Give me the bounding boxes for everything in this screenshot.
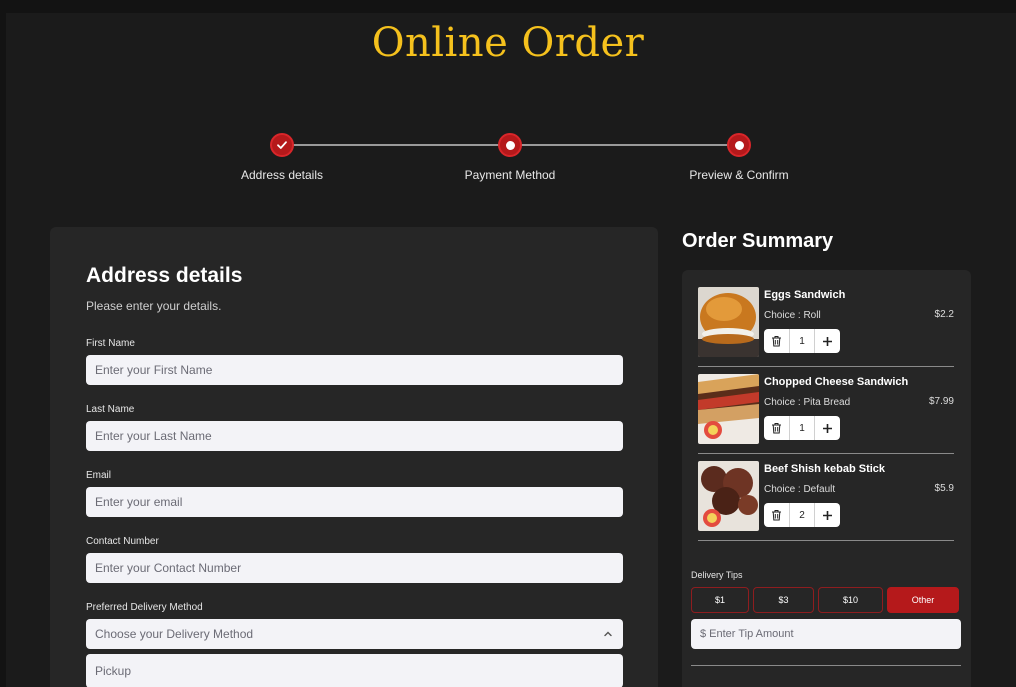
quantity-value: 2 [789,503,815,527]
chopped-cheese-sandwich-image [698,374,759,444]
email-label: Email [86,470,112,481]
step-label-payment: Payment Method [464,168,556,182]
item-choice: Choice : Default [764,484,836,495]
delivery-option-label: Pickup [95,664,132,678]
trash-icon [772,336,781,347]
tip-option-3[interactable]: $3 [753,587,814,613]
first-name-label: First Name [86,338,135,349]
item-divider [698,453,954,454]
increment-button[interactable] [815,416,840,440]
step-address-details[interactable] [270,133,294,157]
quantity-value: 1 [789,416,815,440]
remove-item-button[interactable] [764,503,789,527]
card-title: Address details [86,264,243,287]
tip-amount-input[interactable] [691,619,961,649]
plus-icon [823,423,832,433]
quantity-stepper: 2 [764,503,840,527]
delivery-method-label: Preferred Delivery Method [86,602,203,613]
plus-icon [823,336,832,346]
item-name: Chopped Cheese Sandwich [764,376,909,388]
increment-button[interactable] [815,503,840,527]
check-icon [277,141,287,149]
item-name: Eggs Sandwich [764,289,846,301]
order-summary-title: Order Summary [682,230,834,252]
beef-kebab-image [698,461,759,531]
tip-option-10[interactable]: $10 [818,587,883,613]
eggs-sandwich-image [698,287,759,357]
item-divider [698,540,954,541]
dot-icon [734,140,744,150]
dot-icon [505,140,515,150]
order-item: Beef Shish kebab Stick Choice : Default … [698,461,954,545]
remove-item-button[interactable] [764,416,789,440]
page-title: Online Order [371,20,645,66]
item-divider [698,366,954,367]
item-price: $2.2 [934,309,954,320]
order-summary-card: Eggs Sandwich Choice : Roll $2.2 1 Chopp… [682,270,971,687]
plus-icon [823,510,832,520]
remove-item-button[interactable] [764,329,789,353]
item-price: $5.9 [934,483,954,494]
contact-number-input[interactable] [86,553,623,583]
item-name: Beef Shish kebab Stick [764,463,886,475]
trash-icon [772,510,781,521]
contact-number-label: Contact Number [86,536,159,547]
tips-divider [691,665,961,666]
address-details-card: Address details Please enter your detail… [50,227,658,687]
step-payment-method[interactable] [498,133,522,157]
step-label-address: Address details [240,168,324,182]
delivery-method-select[interactable]: Choose your Delivery Method [86,619,623,649]
increment-button[interactable] [815,329,840,353]
card-subtitle: Please enter your details. [86,299,222,313]
quantity-stepper: 1 [764,416,840,440]
quantity-value: 1 [789,329,815,353]
item-choice: Choice : Roll [764,310,821,321]
tip-option-1[interactable]: $1 [691,587,749,613]
order-item: Eggs Sandwich Choice : Roll $2.2 1 [698,287,954,371]
item-price: $7.99 [928,396,954,407]
trash-icon [772,423,781,434]
email-input[interactable] [86,487,623,517]
step-label-preview: Preview & Confirm [689,168,789,182]
delivery-tips-label: Delivery Tips [691,570,743,580]
delivery-option-pickup[interactable]: Pickup [86,654,623,687]
quantity-stepper: 1 [764,329,840,353]
step-preview-confirm[interactable] [727,133,751,157]
order-item: Chopped Cheese Sandwich Choice : Pita Br… [698,374,954,458]
last-name-label: Last Name [86,404,135,415]
chevron-up-icon [604,631,612,637]
first-name-input[interactable] [86,355,623,385]
delivery-method-placeholder: Choose your Delivery Method [95,627,254,641]
last-name-input[interactable] [86,421,623,451]
item-choice: Choice : Pita Bread [764,397,851,408]
tip-option-other[interactable]: Other [887,587,959,613]
